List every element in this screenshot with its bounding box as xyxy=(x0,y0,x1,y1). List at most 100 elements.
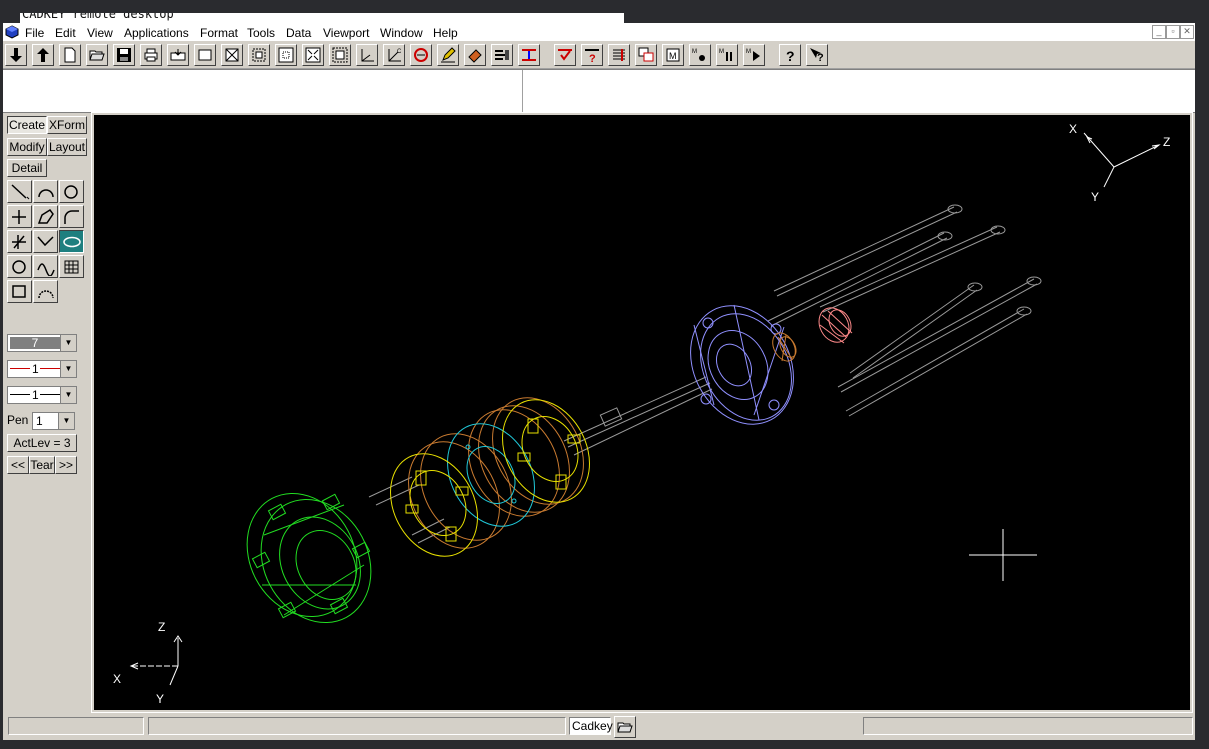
chevron-down-icon[interactable]: ▼ xyxy=(60,387,76,403)
query-icon[interactable]: ? xyxy=(581,44,603,66)
menu-format[interactable]: Format xyxy=(200,26,238,40)
construction-view-icon[interactable]: C xyxy=(383,44,405,66)
verify-icon[interactable] xyxy=(554,44,576,66)
pen-select-value: 1 xyxy=(36,414,43,428)
windows-icon[interactable] xyxy=(635,44,657,66)
line-width-swatch-right xyxy=(40,394,60,395)
menu-viewport[interactable]: Viewport xyxy=(323,26,369,40)
menu-file[interactable]: File xyxy=(25,26,44,40)
zoom-grid-icon[interactable] xyxy=(221,44,243,66)
status-app-name: Cadkey xyxy=(569,717,613,735)
context-help-icon[interactable]: ? xyxy=(806,44,828,66)
world-axis-triad xyxy=(129,635,183,686)
layers-icon[interactable] xyxy=(491,44,513,66)
chevron-down-icon[interactable]: ▼ xyxy=(58,413,74,429)
plotter-icon[interactable] xyxy=(167,44,189,66)
prompt-divider xyxy=(522,70,523,112)
xform-tab[interactable]: XForm xyxy=(47,116,87,134)
zoom-all-icon[interactable] xyxy=(302,44,324,66)
offset-arc-tool-icon[interactable] xyxy=(33,280,58,303)
line-type-select[interactable]: 1 ▼ xyxy=(7,360,77,378)
svg-text:?: ? xyxy=(589,53,596,63)
point-tool-icon[interactable] xyxy=(7,205,32,228)
spline-tool-icon[interactable] xyxy=(33,255,58,278)
circle-tool-icon[interactable] xyxy=(59,180,84,203)
pencil-icon[interactable] xyxy=(437,44,459,66)
macro-play-icon[interactable]: M xyxy=(743,44,765,66)
axis-view-icon[interactable] xyxy=(356,44,378,66)
macro-record-icon[interactable]: M xyxy=(689,44,711,66)
eraser-icon[interactable] xyxy=(464,44,486,66)
arrow-down-icon[interactable] xyxy=(5,44,27,66)
active-level-button[interactable]: ActLev = 3 xyxy=(7,434,77,452)
close-icon[interactable]: ✕ xyxy=(1180,25,1194,39)
axis-label-x-bottom: X xyxy=(113,672,121,686)
zoom-window-icon[interactable] xyxy=(248,44,270,66)
window-title: CADKEY remote desktop xyxy=(22,13,174,21)
menu-data[interactable]: Data xyxy=(286,26,311,40)
axis-label-z-top: Z xyxy=(1163,135,1170,149)
line-width-select[interactable]: 1 ▼ xyxy=(7,386,77,404)
menu-edit[interactable]: Edit xyxy=(55,26,76,40)
cadkey-logo-icon[interactable] xyxy=(5,25,19,39)
surface-tool-icon[interactable] xyxy=(59,255,84,278)
detail-tab[interactable]: Detail xyxy=(7,159,47,177)
layout-tab[interactable]: Layout xyxy=(47,138,87,156)
svg-text:M: M xyxy=(692,49,697,55)
minimize-icon[interactable]: _ xyxy=(1152,25,1166,39)
arrow-up-icon[interactable] xyxy=(32,44,54,66)
color-select[interactable]: 7 ▼ xyxy=(7,334,77,352)
macro-icon[interactable]: M xyxy=(662,44,684,66)
prompt-area xyxy=(3,69,1195,113)
conic-tool-icon[interactable] xyxy=(33,230,58,253)
prev-button[interactable]: << xyxy=(7,456,29,474)
cad-drawing[interactable]: X Z Y Z X Y xyxy=(94,115,1190,710)
salmon-coupling xyxy=(818,307,853,344)
arc-tool-icon[interactable] xyxy=(33,180,58,203)
macro-pause-icon[interactable]: M xyxy=(716,44,738,66)
line-tool-icon[interactable] xyxy=(7,180,32,203)
pen-select[interactable]: 1 ▼ xyxy=(32,412,75,430)
rectangle-view-icon[interactable] xyxy=(194,44,216,66)
chevron-down-icon[interactable]: ▼ xyxy=(60,335,76,351)
restore-icon[interactable]: ▫ xyxy=(1166,25,1180,39)
menu-bar: File Edit View Applications Format Tools… xyxy=(3,23,1195,41)
redraw-icon[interactable] xyxy=(410,44,432,66)
menu-view[interactable]: View xyxy=(87,26,113,40)
help-icon[interactable]: ? xyxy=(779,44,801,66)
line-width-swatch-left xyxy=(10,394,30,395)
chevron-down-icon[interactable]: ▼ xyxy=(60,361,76,377)
list-icon[interactable] xyxy=(608,44,630,66)
axis-label-y-bottom: Y xyxy=(156,692,164,706)
ellipse-tool-icon[interactable] xyxy=(59,230,84,253)
polygon-tool-icon[interactable] xyxy=(33,205,58,228)
status-field-2 xyxy=(148,717,566,735)
new-file-icon[interactable] xyxy=(59,44,81,66)
dimension-icon[interactable] xyxy=(518,44,540,66)
rectangle-tool-icon[interactable] xyxy=(7,280,32,303)
status-field-3 xyxy=(863,717,1193,735)
tear-button[interactable]: Tear xyxy=(29,456,55,474)
modify-tab[interactable]: Modify xyxy=(7,138,47,156)
svg-text:M: M xyxy=(669,51,677,61)
status-open-folder-icon[interactable] xyxy=(614,716,636,738)
axis-label-y-top: Y xyxy=(1091,190,1099,204)
chamfer-tool-icon[interactable] xyxy=(7,230,32,253)
zoom-out-icon[interactable] xyxy=(275,44,297,66)
save-disk-icon[interactable] xyxy=(113,44,135,66)
menu-window[interactable]: Window xyxy=(380,26,423,40)
next-button[interactable]: >> xyxy=(55,456,77,474)
create-tab[interactable]: Create xyxy=(7,116,47,134)
view-axis-triad xyxy=(1083,132,1161,188)
polygon-circle-tool-icon[interactable] xyxy=(7,255,32,278)
menu-applications[interactable]: Applications xyxy=(124,26,189,40)
cad-viewport[interactable]: X Z Y Z X Y xyxy=(91,112,1193,713)
window-title-bar: CADKEY remote desktop xyxy=(20,13,624,23)
open-folder-icon[interactable] xyxy=(86,44,108,66)
menu-help[interactable]: Help xyxy=(433,26,458,40)
fillet-tool-icon[interactable] xyxy=(59,205,84,228)
menu-tools[interactable]: Tools xyxy=(247,26,275,40)
axis-label-x-top: X xyxy=(1069,122,1077,136)
print-icon[interactable] xyxy=(140,44,162,66)
zoom-extents-icon[interactable] xyxy=(329,44,351,66)
